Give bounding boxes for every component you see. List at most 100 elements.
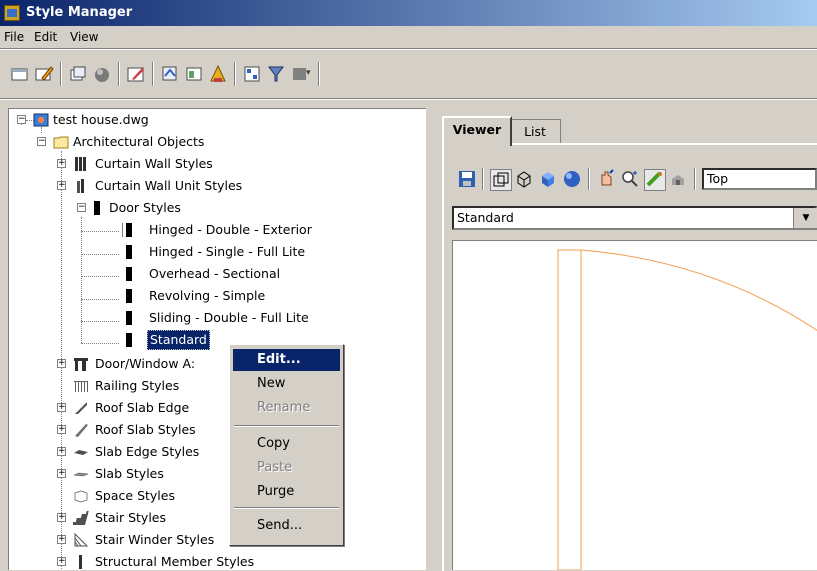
dropdown-icon[interactable]: ▾ <box>306 68 311 78</box>
context-menu-paste: Paste <box>257 460 293 475</box>
toolbar-separator <box>118 62 120 86</box>
door-icon <box>94 201 100 215</box>
door-icon <box>122 223 132 237</box>
expand-icon[interactable]: + <box>57 403 66 412</box>
display-representation-combo[interactable]: Standard ▼ <box>452 206 817 230</box>
menu-bar: File Edit View <box>0 26 817 48</box>
toolbar-separator <box>318 62 320 86</box>
menu-file[interactable]: File <box>4 30 24 44</box>
collapse-icon[interactable]: − <box>37 137 46 146</box>
pane-splitter[interactable] <box>426 108 434 569</box>
expand-icon[interactable]: + <box>57 159 66 168</box>
menu-edit[interactable]: Edit <box>34 30 57 44</box>
slab-edge-icon <box>74 450 88 455</box>
toolbar-separator <box>152 62 154 86</box>
expand-icon[interactable]: + <box>57 535 66 544</box>
tree-item-curtain-wall-styles[interactable]: + Curtain Wall Styles <box>9 153 309 175</box>
chevron-down-icon[interactable]: ▼ <box>793 208 817 228</box>
tree-item-door-style[interactable]: Sliding - Double - Full Lite <box>9 307 349 329</box>
context-menu-send[interactable]: Send... <box>233 515 340 537</box>
viewer-toolbar: Top <box>452 164 817 194</box>
context-menu-new[interactable]: New <box>233 373 340 395</box>
expand-icon[interactable]: + <box>57 447 66 456</box>
toolbar-separator <box>234 62 236 86</box>
roof-slab-icon <box>75 424 88 437</box>
expand-icon[interactable]: + <box>57 425 66 434</box>
toolbar-separator <box>60 62 62 86</box>
tree-group-architectural-objects[interactable]: − Architectural Objects <box>9 131 269 153</box>
tree-item-curtain-wall-unit-styles[interactable]: + Curtain Wall Unit Styles <box>9 175 309 197</box>
door-icon <box>126 245 132 259</box>
new-icon[interactable] <box>10 64 30 84</box>
menu-view[interactable]: View <box>70 30 98 44</box>
pan-icon[interactable] <box>596 169 616 189</box>
purge-icon[interactable] <box>92 64 112 84</box>
save-icon[interactable] <box>458 170 476 188</box>
fit-extents-icon[interactable] <box>668 169 688 189</box>
door-icon <box>126 267 132 281</box>
copy-icon[interactable] <box>68 64 88 84</box>
toggle-view-icon[interactable] <box>184 64 204 84</box>
window-title: Style Manager <box>26 5 133 20</box>
main-toolbar: ▾ <box>0 50 817 96</box>
space-icon <box>74 490 88 503</box>
stair-icon <box>73 511 89 525</box>
context-menu-copy[interactable]: Copy <box>233 433 340 455</box>
sort-icon[interactable] <box>208 64 228 84</box>
viewer-canvas[interactable] <box>452 240 817 570</box>
tree-item-door-styles[interactable]: − Door Styles <box>9 197 309 219</box>
door-icon <box>126 333 132 347</box>
door-icon <box>126 289 132 303</box>
context-menu-rename: Rename <box>257 400 311 415</box>
tree-item-door-style[interactable]: Revolving - Simple <box>9 285 349 307</box>
door-window-icon <box>74 358 88 371</box>
structural-member-icon <box>79 555 82 569</box>
context-menu-separator <box>234 507 339 509</box>
view-direction-combo[interactable]: Top <box>702 168 817 190</box>
wireframe-icon[interactable] <box>514 169 534 189</box>
expand-icon[interactable]: + <box>57 181 66 190</box>
tree-item-door-style[interactable]: Overhead - Sectional <box>9 263 349 285</box>
orbit-icon[interactable] <box>644 169 666 191</box>
expand-icon[interactable]: + <box>57 557 66 566</box>
flat-shaded-icon[interactable] <box>538 169 558 189</box>
expand-icon[interactable]: + <box>57 513 66 522</box>
slab-icon <box>73 472 89 477</box>
zoom-icon[interactable] <box>620 169 640 189</box>
show-display-icon[interactable] <box>242 64 262 84</box>
style-tree[interactable]: − test house.dwg − Architectural Objects… <box>8 108 426 570</box>
collapse-icon[interactable]: − <box>17 115 26 124</box>
tab-viewer[interactable]: Viewer <box>442 116 512 146</box>
context-menu: Edit... New Rename Copy Paste Purge Send… <box>229 344 344 546</box>
context-menu-edit[interactable]: Edit... <box>233 349 340 371</box>
door-icon <box>126 311 132 325</box>
context-menu-purge[interactable]: Purge <box>233 481 340 503</box>
folder-icon <box>53 136 69 149</box>
drawing-file-icon <box>33 113 49 127</box>
curtain-wall-unit-icon <box>77 179 84 193</box>
hidden-line-icon[interactable] <box>490 169 512 191</box>
title-bar: Style Manager <box>0 0 817 26</box>
railing-icon <box>74 381 88 392</box>
curtain-wall-icon <box>75 157 86 171</box>
door-preview-drawing <box>557 249 817 570</box>
open-drawing-icon[interactable] <box>34 64 54 84</box>
door-panel-outline <box>557 249 582 570</box>
edit-style-icon[interactable] <box>126 64 146 84</box>
context-menu-separator <box>234 425 339 427</box>
tree-item-door-style[interactable]: Hinged - Double - Exterior <box>9 219 349 241</box>
collapse-icon[interactable]: − <box>77 203 86 212</box>
tab-list[interactable]: List <box>509 119 561 144</box>
filter-style-icon[interactable] <box>266 64 286 84</box>
expand-icon[interactable]: + <box>57 359 66 368</box>
door-swing-arc <box>580 249 817 331</box>
style-manager-app-icon <box>4 5 20 21</box>
roof-slab-edge-icon <box>75 402 87 414</box>
expand-icon[interactable]: + <box>57 469 66 478</box>
set-from-icon[interactable] <box>160 64 180 84</box>
gouraud-shaded-icon[interactable] <box>562 169 582 189</box>
tree-item-structural-member-styles[interactable]: + Structural Member Styles <box>9 551 349 570</box>
tree-item-door-style[interactable]: Hinged - Single - Full Lite <box>9 241 349 263</box>
tree-root[interactable]: − test house.dwg <box>9 109 209 131</box>
toolbar-bottom-separator <box>0 98 817 100</box>
